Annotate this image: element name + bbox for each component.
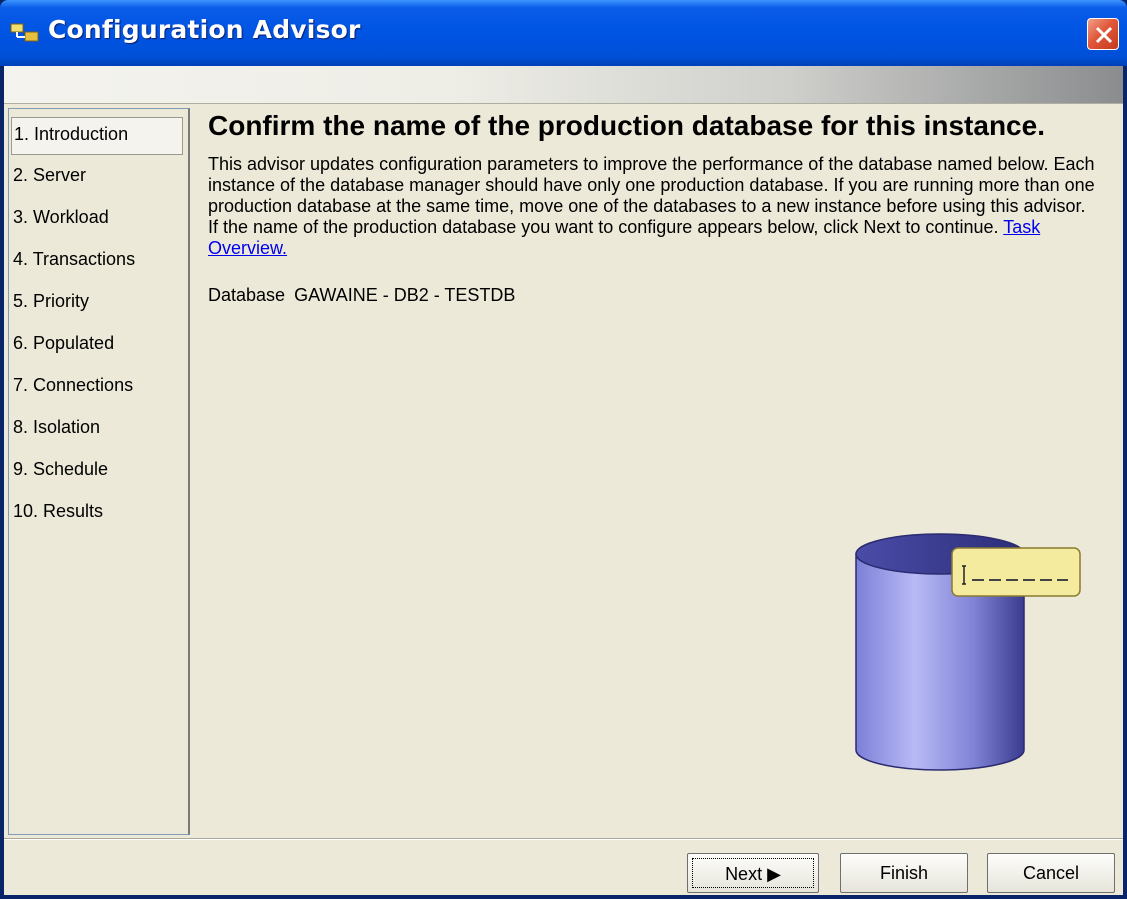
next-button-label: Next (725, 864, 763, 884)
step-connections[interactable]: 7. Connections (11, 369, 183, 407)
window-client-area: 1. Introduction 2. Server 3. Workload 4.… (4, 66, 1123, 895)
description-paragraph-1: This advisor updates configuration param… (208, 154, 1095, 216)
database-line: Database GAWAINE - DB2 - TESTDB (208, 285, 1118, 306)
step-isolation[interactable]: 8. Isolation (11, 411, 183, 449)
step-workload[interactable]: 3. Workload (11, 201, 183, 239)
step-introduction[interactable]: 1. Introduction (11, 117, 183, 155)
step-populated[interactable]: 6. Populated (11, 327, 183, 365)
finish-button[interactable]: Finish (840, 853, 968, 893)
close-icon (1095, 26, 1113, 44)
step-transactions[interactable]: 4. Transactions (11, 243, 183, 281)
configuration-advisor-window: Configuration Advisor 1. Introduction 2.… (0, 0, 1127, 899)
database-label: Database (208, 285, 286, 305)
header-banner (4, 66, 1123, 104)
title-bar: Configuration Advisor (0, 0, 1127, 66)
step-results[interactable]: 10. Results (11, 495, 183, 533)
step-schedule[interactable]: 9. Schedule (11, 453, 183, 491)
footer-separator (4, 838, 1123, 840)
cancel-button[interactable]: Cancel (987, 853, 1115, 893)
app-icon (10, 22, 40, 44)
description-paragraph-2: If the name of the production database y… (208, 217, 999, 237)
database-value: GAWAINE - DB2 - TESTDB (294, 285, 516, 305)
step-priority[interactable]: 5. Priority (11, 285, 183, 323)
description: This advisor updates configuration param… (208, 154, 1108, 259)
window-title: Configuration Advisor (48, 15, 361, 44)
next-button-focus: Next ▶ (692, 858, 814, 888)
close-button[interactable] (1087, 18, 1119, 50)
next-arrow-icon: ▶ (767, 864, 781, 884)
step-server[interactable]: 2. Server (11, 159, 183, 197)
steps-navigation: 1. Introduction 2. Server 3. Workload 4.… (8, 108, 190, 835)
database-cylinder-icon (855, 533, 1081, 771)
page-heading: Confirm the name of the production datab… (208, 110, 1045, 141)
next-button[interactable]: Next ▶ (687, 853, 819, 893)
